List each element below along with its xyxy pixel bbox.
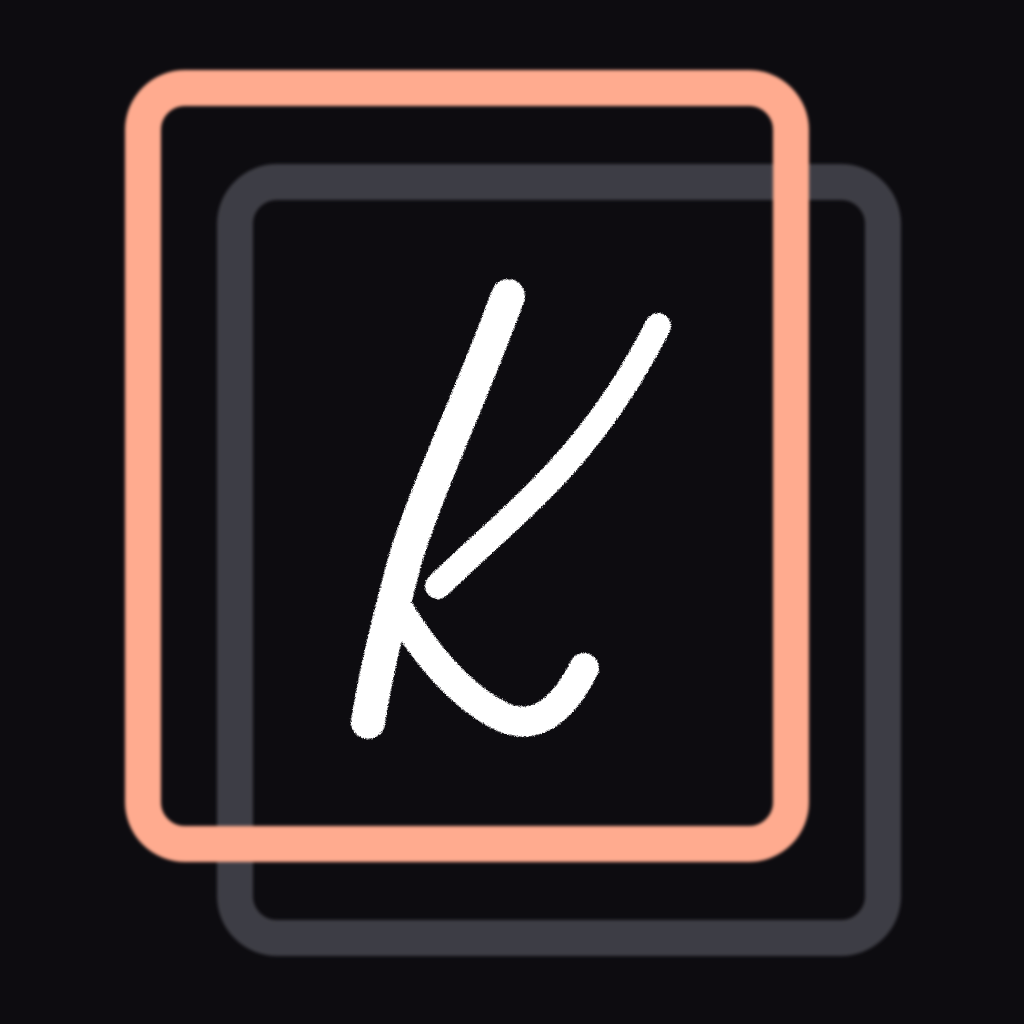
k-logo-icon	[125, 70, 901, 956]
letter-k-mark	[351, 279, 671, 739]
app-icon-canvas	[0, 0, 1024, 1024]
